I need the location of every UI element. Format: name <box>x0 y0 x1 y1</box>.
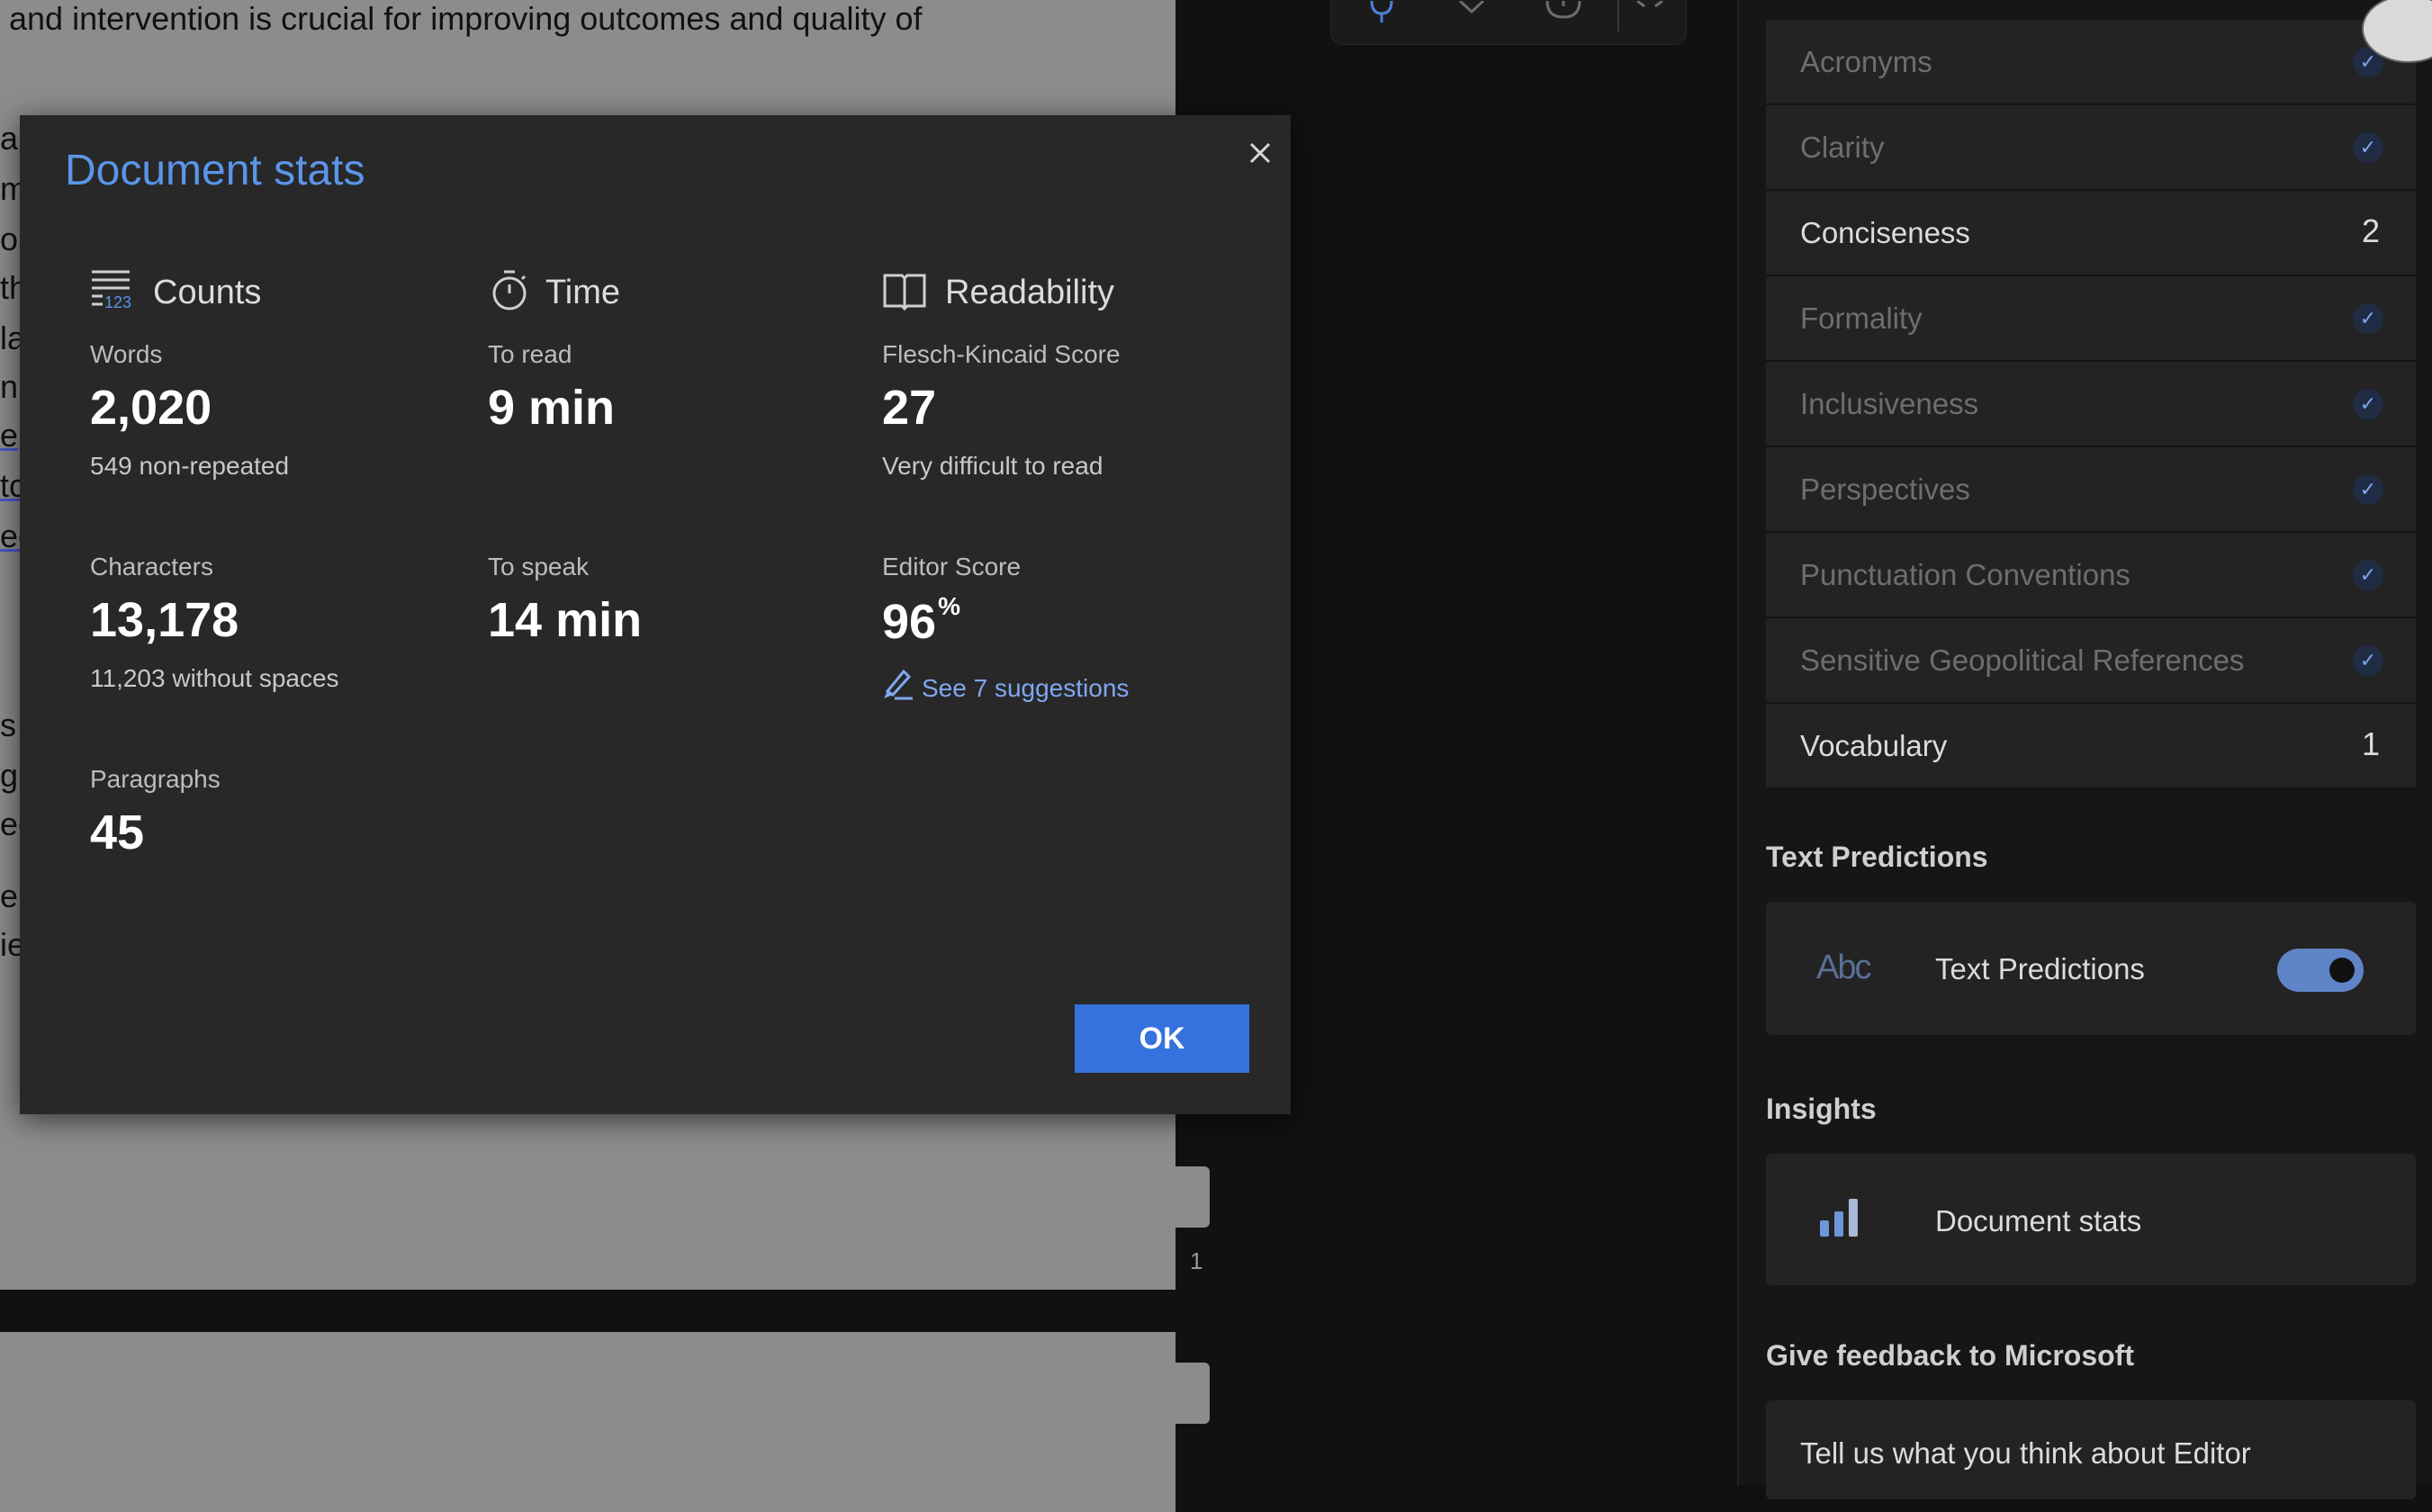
refinement-clarity[interactable]: Clarity ✓ <box>1766 105 2416 191</box>
document-text-fragment: s <box>0 706 16 743</box>
words-subtext: 549 non-repeated <box>90 452 290 480</box>
see-suggestions-label: See 7 suggestions <box>922 674 1130 702</box>
page-thumbnail-tab[interactable] <box>1175 1363 1210 1424</box>
refinement-count: 1 <box>2361 725 2380 762</box>
text-predictions-icon: Abc <box>1816 949 1872 986</box>
editor-score-value: 96% <box>882 592 960 650</box>
to-read-label: To read <box>488 340 572 368</box>
refinement-formality[interactable]: Formality ✓ <box>1766 276 2416 362</box>
document-next-page <box>0 1332 1175 1512</box>
refinement-inclusiveness[interactable]: Inclusiveness ✓ <box>1766 362 2416 447</box>
checkmark-icon: ✓ <box>2353 645 2383 676</box>
refinement-label: Punctuation Conventions <box>1800 558 2130 591</box>
ok-button[interactable]: OK <box>1075 1004 1249 1073</box>
checkmark-icon: ✓ <box>2353 560 2383 590</box>
to-speak-value: 14 min <box>488 593 643 647</box>
checkmark-icon: ✓ <box>2353 474 2383 505</box>
feedback-label: Tell us what you think about Editor <box>1800 1436 2251 1470</box>
insights-heading: Insights <box>1766 1093 1877 1125</box>
checkmark-icon: ✓ <box>2353 389 2383 419</box>
close-icon[interactable] <box>1242 135 1278 171</box>
counts-header-label: Counts <box>153 274 262 311</box>
paragraphs-value: 45 <box>90 806 145 860</box>
book-icon <box>882 268 926 313</box>
bar-chart-icon <box>1818 1193 1863 1243</box>
document-text-line: and intervention is crucial for improvin… <box>9 0 923 37</box>
document-text-fragment: e <box>0 417 19 454</box>
refinement-sensitive-geopolitical-references[interactable]: Sensitive Geopolitical References ✓ <box>1766 618 2416 704</box>
toolbar-separator <box>1617 0 1619 32</box>
editor-score-unit: % <box>938 592 960 620</box>
page-number: 1 <box>1190 1247 1203 1274</box>
words-value: 2,020 <box>90 381 212 435</box>
refinement-count: 2 <box>2361 212 2380 249</box>
refinement-label: Acronyms <box>1800 45 1932 78</box>
checkmark-icon: ✓ <box>2353 303 2383 334</box>
text-predictions-label: Text Predictions <box>1935 952 2145 986</box>
document-stats-dialog: Document stats 123 Counts Words 2,020 54… <box>20 115 1291 1114</box>
refinement-label: Inclusiveness <box>1800 387 1979 420</box>
counts-icon: 123 <box>90 268 133 313</box>
editor-score-number: 96 <box>882 595 937 649</box>
words-label: Words <box>90 340 163 368</box>
time-header-label: Time <box>545 274 621 311</box>
refinement-label: Sensitive Geopolitical References <box>1800 644 2245 677</box>
refinement-label: Conciseness <box>1800 216 1970 249</box>
pen-icon <box>882 668 914 706</box>
flesch-kincaid-value: 27 <box>882 381 937 435</box>
text-predictions-toggle[interactable] <box>2277 949 2364 992</box>
refinement-label: Clarity <box>1800 130 1885 164</box>
refinement-label: Formality <box>1800 302 1923 335</box>
to-speak-label: To speak <box>488 553 590 580</box>
svg-text:123: 123 <box>104 293 131 311</box>
editor-pane: Acronyms ✓ Clarity ✓ Conciseness 2 Forma… <box>1737 0 2432 1499</box>
see-suggestions-link[interactable]: See 7 suggestions <box>882 668 1129 706</box>
info-icon[interactable] <box>1545 0 1581 28</box>
document-stats-card[interactable]: Document stats <box>1766 1154 2416 1285</box>
text-predictions-card: Abc Text Predictions <box>1766 902 2416 1035</box>
refinement-acronyms[interactable]: Acronyms ✓ <box>1766 20 2416 105</box>
flesch-kincaid-subtext: Very difficult to read <box>882 452 1103 480</box>
document-text-fragment: g <box>0 757 19 794</box>
characters-subtext: 11,203 without spaces <box>90 664 339 692</box>
characters-value: 13,178 <box>90 593 239 647</box>
refinements-list: Acronyms ✓ Clarity ✓ Conciseness 2 Forma… <box>1766 20 2416 789</box>
editor-score-label: Editor Score <box>882 553 1022 580</box>
refinement-conciseness[interactable]: Conciseness 2 <box>1766 191 2416 276</box>
floating-toolbar <box>1330 0 1687 45</box>
refinement-perspectives[interactable]: Perspectives ✓ <box>1766 447 2416 533</box>
microphone-icon[interactable] <box>1364 0 1400 28</box>
expand-icon[interactable] <box>1632 0 1668 28</box>
page-thumbnail-tab[interactable] <box>1175 1166 1210 1228</box>
stopwatch-icon <box>488 268 531 313</box>
text-predictions-heading: Text Predictions <box>1766 841 1988 873</box>
to-read-value: 9 min <box>488 381 616 435</box>
bookmark-icon[interactable] <box>1454 0 1490 28</box>
refinement-label: Vocabulary <box>1800 729 1948 762</box>
document-stats-label: Document stats <box>1935 1204 2142 1238</box>
refinement-label: Perspectives <box>1800 472 1970 506</box>
toggle-knob <box>2329 958 2355 983</box>
feedback-heading: Give feedback to Microsoft <box>1766 1339 2134 1372</box>
dialog-title: Document stats <box>65 147 365 194</box>
refinement-punctuation-conventions[interactable]: Punctuation Conventions ✓ <box>1766 533 2416 618</box>
flesch-kincaid-label: Flesch-Kincaid Score <box>882 340 1121 368</box>
document-text-fragment: a <box>0 120 19 157</box>
refinement-vocabulary[interactable]: Vocabulary 1 <box>1766 704 2416 789</box>
characters-label: Characters <box>90 553 213 580</box>
readability-header-label: Readability <box>945 274 1114 311</box>
checkmark-icon: ✓ <box>2353 132 2383 163</box>
paragraphs-label: Paragraphs <box>90 765 221 793</box>
